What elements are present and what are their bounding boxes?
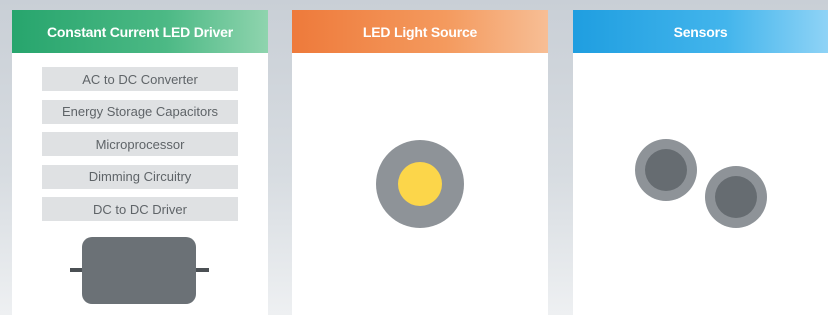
- driver-right-lead: [195, 268, 209, 272]
- panel-led-light-source: LED Light Source: [292, 10, 548, 315]
- panel-led-driver: Constant Current LED Driver AC to DC Con…: [12, 10, 268, 315]
- diagram-canvas: Constant Current LED Driver AC to DC Con…: [0, 0, 828, 315]
- component-energy-storage-capacitors: Energy Storage Capacitors: [42, 99, 238, 124]
- panel-sensors: Sensors: [573, 10, 828, 315]
- led-driver-module-icon: [82, 237, 196, 304]
- led-emitter-icon: [398, 162, 442, 206]
- driver-component-list: AC to DC Converter Energy Storage Capaci…: [42, 67, 238, 230]
- sensor-1-core: [645, 149, 687, 191]
- panel-led-driver-title: Constant Current LED Driver: [12, 10, 268, 53]
- component-ac-dc-converter: AC to DC Converter: [42, 67, 238, 91]
- component-dc-dc-driver: DC to DC Driver: [42, 197, 238, 221]
- panel-led-light-source-title: LED Light Source: [292, 10, 548, 53]
- component-dimming-circuitry: Dimming Circuitry: [42, 164, 238, 189]
- panel-sensors-title: Sensors: [573, 10, 828, 53]
- component-microprocessor: Microprocessor: [42, 132, 238, 156]
- sensor-2-core: [715, 176, 757, 218]
